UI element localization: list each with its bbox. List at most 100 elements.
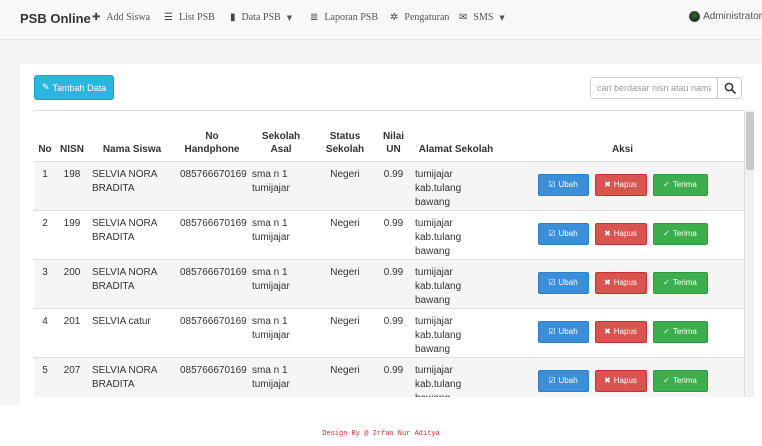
cell-nisn: 199 (56, 209, 88, 259)
row-actions: ☑ Ubah ✖ Hapus ✓ Terima (504, 315, 741, 343)
data-table-container[interactable]: No NISN Nama Siswa No Handphone Sekolah … (34, 110, 744, 397)
cell-no: 5 (34, 356, 56, 397)
close-icon: ✖ (604, 228, 611, 238)
terima-label: Terima (672, 228, 697, 238)
nav-laporan-psb[interactable]: ≣ Laporan PSB (310, 12, 378, 23)
cell-sekolah: sma n 1 tumijajar (248, 258, 314, 308)
column-header[interactable]: Status Sekolah (314, 111, 376, 162)
column-header[interactable]: Nilai UN (376, 111, 411, 162)
list-icon: ☰ (164, 12, 173, 23)
cell-nisn: 198 (56, 160, 88, 210)
column-header[interactable]: NISN (56, 111, 88, 162)
plus-icon: ✚ (92, 12, 101, 23)
column-header[interactable]: Sekolah Asal (248, 111, 314, 162)
nav-pengaturan[interactable]: ✲ Pengaturan (390, 12, 449, 23)
edit-icon: ☑ (548, 375, 556, 385)
table-scrollbar[interactable] (744, 110, 754, 397)
hapus-label: Hapus (613, 179, 637, 189)
cell-hp: 085766670169 (176, 307, 248, 357)
hapus-button[interactable]: ✖ Hapus (594, 271, 647, 294)
row-actions: ☑ Ubah ✖ Hapus ✓ Terima (504, 168, 741, 196)
hapus-button[interactable]: ✖ Hapus (594, 369, 647, 392)
cell-alamat: tumijajar kab.tulang bawang (411, 258, 501, 308)
terima-button[interactable]: ✓ Terima (652, 320, 708, 343)
terima-button[interactable]: ✓ Terima (652, 222, 708, 245)
terima-button[interactable]: ✓ Terima (652, 173, 708, 196)
add-data-button[interactable]: ✎ Tambah Data (34, 75, 115, 100)
cell-no: 4 (34, 307, 56, 357)
nav-add-siswa[interactable]: ✚ Add Siswa (92, 12, 150, 23)
ubah-button[interactable]: ☑ Ubah (537, 271, 589, 294)
edit-icon: ☑ (548, 228, 556, 238)
edit-icon: ☑ (548, 326, 556, 336)
cell-sekolah: sma n 1 tumijajar (248, 307, 314, 357)
search-input[interactable] (590, 77, 718, 99)
nav-label: Data PSB (241, 12, 281, 23)
nav-label: Add Siswa (106, 12, 151, 23)
table-row: 5 207 SELVIA NORA BRADITA 085766670169 sma n… (34, 356, 744, 397)
hapus-button[interactable]: ✖ Hapus (594, 222, 647, 245)
terima-label: Terima (672, 375, 697, 385)
caret-down-icon: ▼ (499, 13, 505, 22)
terima-label: Terima (672, 179, 697, 189)
caret-down-icon: ▼ (286, 13, 293, 22)
column-header[interactable]: Alamat Sekolah (411, 111, 501, 162)
hapus-label: Hapus (613, 326, 637, 336)
row-actions: ☑ Ubah ✖ Hapus ✓ Terima (504, 266, 741, 294)
cell-hp: 085766670169 (176, 160, 248, 210)
cell-hp: 085766670169 (176, 258, 248, 308)
cell-nama: SELVIA catur (88, 307, 176, 357)
column-header[interactable]: Aksi (501, 111, 744, 162)
hapus-button[interactable]: ✖ Hapus (594, 320, 647, 343)
cell-nilai: 0.99 (376, 356, 411, 397)
cell-status: Negeri (314, 356, 376, 397)
cell-alamat: tumijajar kab.tulang bawang (411, 160, 501, 210)
cell-status: Negeri (314, 160, 376, 210)
table-row: 1 198 SELVIA NORA BRADITA 085766670169 sma n… (34, 160, 744, 210)
cell-nilai: 0.99 (376, 160, 411, 210)
brand-logo[interactable]: PSB Online (20, 11, 91, 26)
hapus-label: Hapus (613, 277, 637, 287)
ubah-label: Ubah (558, 375, 578, 385)
ubah-button[interactable]: ☑ Ubah (537, 320, 589, 343)
user-menu[interactable]: Administrator (689, 11, 762, 22)
search-button[interactable] (718, 77, 742, 99)
cell-status: Negeri (314, 307, 376, 357)
hapus-label: Hapus (613, 228, 637, 238)
ubah-button[interactable]: ☑ Ubah (537, 173, 589, 196)
nav-label: Laporan PSB (324, 12, 378, 23)
nav-label: List PSB (178, 12, 215, 23)
cell-alamat: tumijajar kab.tulang bawang (411, 307, 501, 357)
gear-icon: ✲ (390, 12, 399, 23)
close-icon: ✖ (604, 326, 611, 336)
terima-label: Terima (672, 326, 697, 336)
scrollbar-thumb[interactable] (746, 112, 754, 170)
user-name: Administrator (703, 11, 762, 22)
cell-hp: 085766670169 (176, 209, 248, 259)
pencil-icon: ✎ (42, 82, 50, 93)
terima-button[interactable]: ✓ Terima (652, 271, 708, 294)
cell-no: 3 (34, 258, 56, 308)
column-header[interactable]: Nama Siswa (88, 111, 176, 162)
nav-data-psb[interactable]: ▮ Data PSB ▼ (230, 12, 292, 23)
cell-aksi: ☑ Ubah ✖ Hapus ✓ Terima (501, 258, 744, 308)
nav-sms[interactable]: ✉ SMS ▼ (459, 12, 505, 23)
thumbs-up-icon: ✓ (663, 179, 670, 189)
hapus-button[interactable]: ✖ Hapus (594, 173, 647, 196)
column-header[interactable]: No (34, 111, 56, 162)
edit-icon: ☑ (548, 277, 556, 287)
ubah-label: Ubah (558, 179, 578, 189)
ubah-button[interactable]: ☑ Ubah (537, 222, 589, 245)
cell-nisn: 201 (56, 307, 88, 357)
cell-alamat: tumijajar kab.tulang bawang (411, 209, 501, 259)
thumbs-up-icon: ✓ (663, 375, 670, 385)
cell-status: Negeri (314, 258, 376, 308)
cell-aksi: ☑ Ubah ✖ Hapus ✓ Terima (501, 209, 744, 259)
column-header[interactable]: No Handphone (176, 111, 248, 162)
ubah-button[interactable]: ☑ Ubah (537, 369, 589, 392)
terima-button[interactable]: ✓ Terima (652, 369, 708, 392)
cell-no: 1 (34, 160, 56, 210)
nav-list-psb[interactable]: ☰ List PSB (164, 12, 215, 23)
cell-nilai: 0.99 (376, 307, 411, 357)
close-icon: ✖ (604, 277, 611, 287)
